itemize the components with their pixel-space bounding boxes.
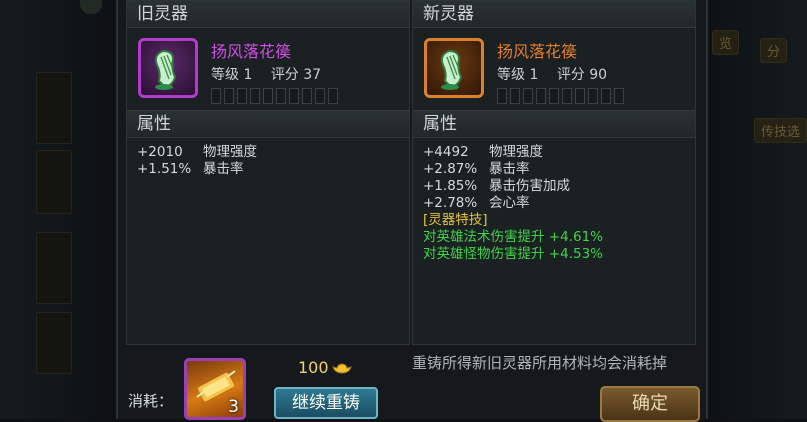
old-panel-title: 旧灵器 — [127, 1, 409, 28]
star-slot — [250, 88, 260, 104]
confirm-button[interactable]: 确定 — [600, 386, 700, 422]
reforge-notice: 重铸所得新旧灵器所用材料均会消耗掉 — [412, 354, 668, 372]
old-item-score: 评分 37 — [270, 67, 322, 83]
attr-name: 暴击率 — [203, 161, 244, 177]
star-slot — [601, 88, 611, 104]
attr-row: +4492 物理强度 — [423, 144, 695, 161]
attr-name: 暴击伤害加成 — [489, 178, 570, 194]
old-item-star-slots — [211, 88, 338, 104]
star-slot — [549, 88, 559, 104]
star-slot — [276, 88, 286, 104]
background-slot — [36, 72, 72, 144]
attr-name: 暴击率 — [489, 161, 530, 177]
new-item-row: 扬风落花篌 等级 1 评分 90 — [413, 28, 695, 110]
material-count: 3 — [228, 397, 239, 417]
new-item-score: 评分 90 — [556, 67, 608, 83]
star-slot — [536, 88, 546, 104]
cost-amount: 100 — [298, 358, 329, 377]
star-slot — [211, 88, 221, 104]
attr-row: +1.51% 暴击率 — [137, 161, 409, 178]
background-slot — [36, 232, 72, 304]
star-slot — [510, 88, 520, 104]
gold-scroll-icon[interactable]: 3 — [184, 358, 246, 420]
attr-value: +4492 — [423, 144, 469, 160]
harp-icon[interactable] — [138, 38, 198, 98]
star-slot — [523, 88, 533, 104]
star-slot — [263, 88, 273, 104]
attr-row: +1.85% 暴击伤害加成 — [423, 178, 695, 195]
attr-value: +1.51% — [137, 161, 192, 177]
attr-value: +2010 — [137, 144, 183, 160]
background-button: 传技选 — [754, 118, 807, 143]
attr-value: +2.87% — [423, 161, 478, 177]
attr-value: +1.85% — [423, 178, 478, 194]
star-slot — [614, 88, 624, 104]
new-attr-list: +4492 物理强度 +2.87% 暴击率 +1.85% 暴击伤害加成 +2.7… — [413, 138, 695, 263]
old-item-meta: 等级 1 评分 37 — [211, 64, 335, 84]
old-artifact-panel: 旧灵器 扬风落花篌 等级 1 评分 37 属性 +2010 物理强度 +1.51… — [126, 0, 410, 345]
background-button: 览 — [712, 30, 740, 55]
attr-row: +2.87% 暴击率 — [423, 161, 695, 178]
old-item-name: 扬风落花篌 — [211, 42, 292, 61]
new-item-star-slots — [497, 88, 624, 104]
old-item-row: 扬风落花篌 等级 1 评分 37 — [127, 28, 409, 110]
background-slot — [36, 312, 72, 374]
star-slot — [315, 88, 325, 104]
background-right — [702, 0, 807, 419]
harp-icon[interactable] — [424, 38, 484, 98]
attr-name: 物理强度 — [203, 144, 257, 160]
old-attr-title: 属性 — [127, 110, 409, 138]
new-panel-title: 新灵器 — [413, 1, 695, 28]
attr-value: +2.78% — [423, 195, 478, 211]
attr-row: +2.78% 会心率 — [423, 195, 695, 212]
new-item-name: 扬风落花篌 — [497, 42, 578, 61]
star-slot — [497, 88, 507, 104]
star-slot — [302, 88, 312, 104]
background-button: 分 — [760, 38, 788, 63]
attr-row: +2010 物理强度 — [137, 144, 409, 161]
star-slot — [588, 88, 598, 104]
reforge-compare-dialog: 旧灵器 扬风落花篌 等级 1 评分 37 属性 +2010 物理强度 +1.51… — [116, 0, 708, 422]
star-slot — [328, 88, 338, 104]
old-item-level: 等级 1 — [211, 67, 253, 83]
consume-label: 消耗： — [128, 392, 174, 410]
star-slot — [237, 88, 247, 104]
new-item-meta: 等级 1 评分 90 — [497, 64, 621, 84]
reforge-cost: 100 — [298, 358, 352, 377]
background-slot — [36, 150, 72, 214]
skill-title: [灵器特技] — [423, 212, 488, 228]
star-slot — [562, 88, 572, 104]
skill-line: 对英雄法术伤害提升 +4.61% — [423, 229, 603, 245]
old-attr-list: +2010 物理强度 +1.51% 暴击率 — [127, 138, 409, 178]
star-slot — [575, 88, 585, 104]
skill-line: 对英雄怪物伤害提升 +4.53% — [423, 246, 603, 262]
star-slot — [224, 88, 234, 104]
new-item-level: 等级 1 — [497, 67, 539, 83]
attr-name: 会心率 — [489, 195, 530, 211]
attr-name: 物理强度 — [489, 144, 543, 160]
new-artifact-panel: 新灵器 扬风落花篌 等级 1 评分 90 属性 +4492 物理强度 +2.87… — [412, 0, 696, 345]
new-attr-title: 属性 — [413, 110, 695, 138]
star-slot — [289, 88, 299, 104]
continue-reforge-button[interactable]: 继续重铸 — [274, 387, 378, 419]
gold-ingot-icon — [331, 362, 352, 374]
